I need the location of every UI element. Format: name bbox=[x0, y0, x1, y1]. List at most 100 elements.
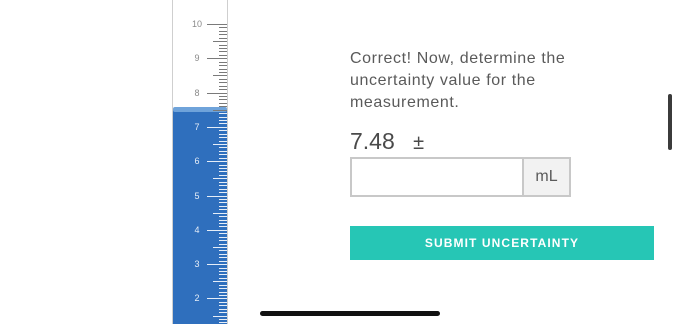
scale-tick bbox=[219, 78, 227, 80]
scale-tick bbox=[219, 168, 227, 170]
scale-tick bbox=[219, 140, 227, 142]
scale-tick bbox=[219, 222, 227, 224]
scale-tick bbox=[213, 281, 227, 283]
scale-tick bbox=[219, 284, 227, 286]
scale-tick bbox=[219, 305, 227, 307]
scale-tick bbox=[207, 58, 227, 60]
scale-tick bbox=[219, 188, 227, 190]
scale-tick bbox=[219, 322, 227, 324]
scale-tick bbox=[219, 102, 227, 104]
scale-tick bbox=[219, 226, 227, 228]
scale-tick bbox=[219, 171, 227, 173]
scale-tick bbox=[219, 233, 227, 235]
scale-tick bbox=[213, 144, 227, 146]
scale-tick bbox=[219, 250, 227, 252]
scale-tick bbox=[219, 150, 227, 152]
scale-tick bbox=[219, 270, 227, 272]
scale-tick bbox=[213, 178, 227, 180]
scale-tick bbox=[219, 54, 227, 56]
scale-tick bbox=[219, 137, 227, 139]
scale-tick bbox=[219, 82, 227, 84]
scale-tick bbox=[219, 274, 227, 276]
scale-tick bbox=[219, 147, 227, 149]
scale-tick bbox=[219, 116, 227, 118]
scale-tick bbox=[219, 65, 227, 67]
scale-tick bbox=[219, 130, 227, 132]
scale-tick bbox=[219, 34, 227, 36]
scale-tick bbox=[219, 312, 227, 314]
scale-tick bbox=[219, 44, 227, 46]
scale-tick bbox=[219, 219, 227, 221]
graduated-cylinder: 10 9 8 7 6 5 4 3 2 bbox=[172, 0, 228, 324]
scrollbar[interactable] bbox=[668, 94, 672, 150]
scale-tick bbox=[219, 202, 227, 204]
scale-tick bbox=[219, 243, 227, 245]
scale-tick bbox=[219, 277, 227, 279]
scale-tick bbox=[219, 288, 227, 290]
scale-label: 6 bbox=[194, 156, 200, 167]
scale-tick bbox=[219, 157, 227, 159]
scale-tick bbox=[219, 253, 227, 255]
scale-tick bbox=[219, 294, 227, 296]
scale-tick bbox=[219, 209, 227, 211]
scale-tick bbox=[219, 240, 227, 242]
scale-tick bbox=[207, 195, 227, 197]
scale-tick bbox=[213, 212, 227, 214]
scale-tick bbox=[219, 257, 227, 259]
scale-tick bbox=[219, 96, 227, 98]
scale-tick bbox=[219, 154, 227, 156]
scale-tick bbox=[219, 192, 227, 194]
scale-tick bbox=[219, 48, 227, 49]
scale-label: 5 bbox=[194, 190, 200, 201]
unit-label: mL bbox=[522, 157, 571, 197]
scale-tick bbox=[219, 260, 227, 262]
submit-uncertainty-button[interactable]: SUBMIT UNCERTAINTY bbox=[350, 226, 654, 260]
scale-tick bbox=[219, 61, 227, 63]
scale-tick bbox=[207, 24, 227, 25]
scale-tick bbox=[219, 185, 227, 187]
scale-tick bbox=[219, 37, 227, 39]
scale-tick bbox=[207, 264, 227, 266]
scale-tick bbox=[207, 126, 227, 128]
scale-tick bbox=[219, 216, 227, 218]
scale-label: 2 bbox=[194, 293, 200, 304]
scale-tick bbox=[219, 174, 227, 176]
scale-tick bbox=[219, 51, 227, 53]
scale-tick bbox=[219, 236, 227, 238]
scale-tick bbox=[207, 298, 227, 300]
scale-label: 9 bbox=[194, 53, 200, 64]
scale-label: 4 bbox=[194, 224, 200, 235]
home-indicator[interactable] bbox=[260, 311, 440, 316]
scale-tick bbox=[219, 301, 227, 303]
scale-tick bbox=[219, 113, 227, 115]
scale-tick bbox=[219, 267, 227, 269]
scale-tick bbox=[219, 30, 227, 32]
scale-tick bbox=[219, 308, 227, 310]
scale-label: 7 bbox=[194, 121, 200, 132]
scale-tick bbox=[219, 318, 227, 320]
scale-tick bbox=[219, 85, 227, 87]
scale-tick bbox=[207, 229, 227, 231]
scale-tick bbox=[219, 198, 227, 200]
scale-label: 8 bbox=[194, 87, 200, 98]
scale-tick bbox=[207, 161, 227, 163]
scale-tick bbox=[219, 123, 227, 125]
scale-label: 3 bbox=[194, 259, 200, 270]
question-prompt: Correct! Now, determine the uncertainty … bbox=[350, 50, 566, 111]
scale-tick bbox=[213, 315, 227, 317]
scale-tick bbox=[213, 41, 227, 43]
scale-tick bbox=[213, 109, 227, 111]
measurement-display: 7.48 ± bbox=[350, 128, 424, 158]
scale-tick bbox=[219, 133, 227, 135]
scale-tick bbox=[213, 75, 227, 77]
scale-tick bbox=[219, 181, 227, 183]
scale-label: 10 bbox=[191, 19, 202, 29]
scale-tick bbox=[219, 68, 227, 70]
scale-tick bbox=[219, 89, 227, 91]
uncertainty-input[interactable] bbox=[350, 157, 522, 197]
scale-tick bbox=[219, 106, 227, 108]
scale-tick bbox=[219, 291, 227, 293]
scale-tick bbox=[207, 92, 227, 94]
measurement-value: 7.48 bbox=[350, 128, 395, 154]
plus-minus-symbol: ± bbox=[413, 132, 425, 154]
